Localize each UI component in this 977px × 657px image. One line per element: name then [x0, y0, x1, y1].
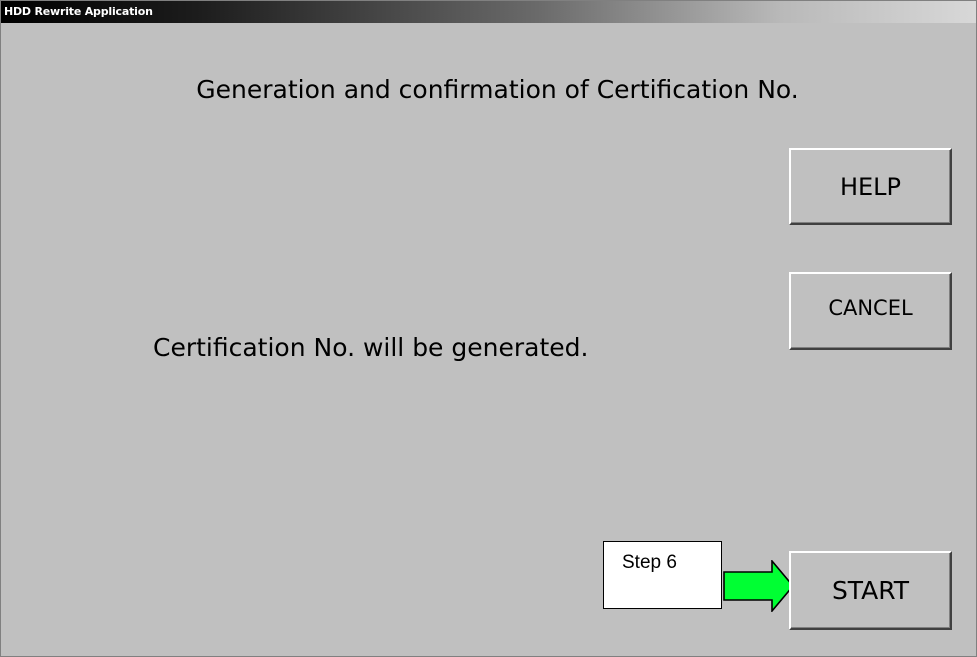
help-button[interactable]: HELP — [789, 148, 952, 225]
cancel-button[interactable]: CANCEL — [789, 272, 952, 350]
app-window: HDD Rewrite Application Generation and c… — [0, 0, 977, 657]
window-title: HDD Rewrite Application — [4, 5, 153, 18]
right-arrow-icon — [723, 560, 795, 612]
title-bar[interactable]: HDD Rewrite Application — [1, 1, 976, 23]
start-button[interactable]: START — [789, 551, 952, 630]
status-message: Certification No. will be generated. — [153, 333, 589, 362]
page-heading: Generation and confirmation of Certifica… — [196, 75, 799, 104]
step-callout: Step 6 — [603, 541, 722, 609]
